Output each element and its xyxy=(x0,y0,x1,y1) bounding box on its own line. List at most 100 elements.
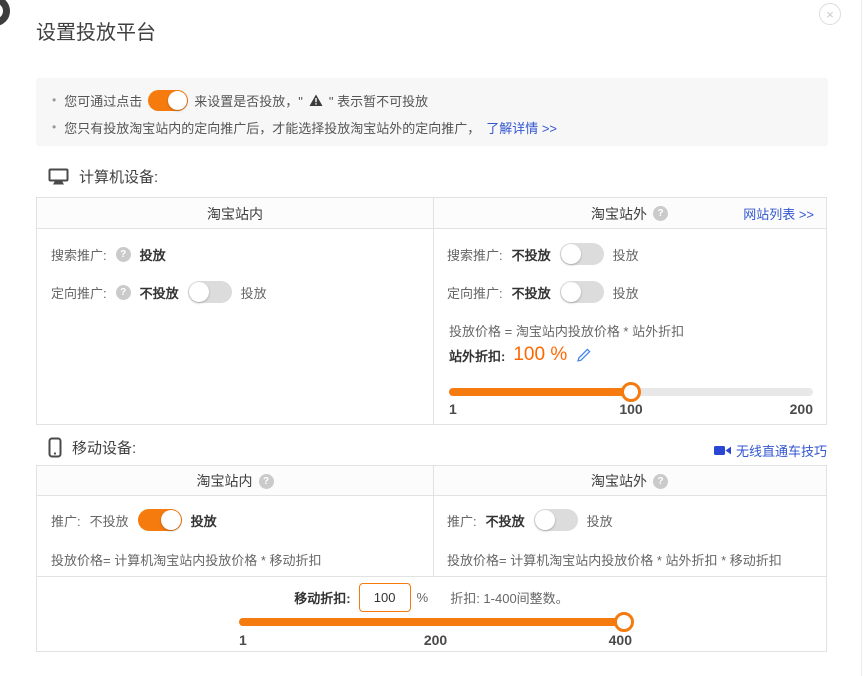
help-icon[interactable]: ? xyxy=(116,285,131,300)
state-label: 不投放 xyxy=(512,245,551,264)
scale-min: 1 xyxy=(449,401,570,417)
notice-text-before-toggle: 您可通过点击 xyxy=(64,91,142,110)
scale-max: 200 xyxy=(692,401,813,417)
mobile-offsite-promo-toggle[interactable] xyxy=(534,509,578,531)
page-title: 设置投放平台 xyxy=(36,16,156,45)
warning-icon xyxy=(309,94,323,107)
row-label: 推广: xyxy=(51,511,81,530)
row-label: 定向推广: xyxy=(447,283,503,302)
notice-box: • 您可通过点击 来设置是否投放，" " 表示暂不可投放 • 您只有投放淘宝站内… xyxy=(36,78,828,146)
dialog-right-border xyxy=(861,0,862,676)
learn-more-link[interactable]: 了解详情 >> xyxy=(486,118,557,137)
close-icon[interactable]: × xyxy=(819,3,841,25)
offsite-discount-row: 站外折扣: 100 % xyxy=(449,344,591,366)
example-toggle[interactable] xyxy=(148,90,188,111)
offsite-slider-scale: 1 100 200 xyxy=(449,401,813,417)
computer-offsite-search-toggle[interactable] xyxy=(560,243,604,265)
mobile-discount-slider[interactable] xyxy=(239,618,632,626)
tips-link-label: 无线直通车技巧 xyxy=(736,441,827,460)
slider-handle[interactable] xyxy=(621,382,641,402)
off-state-label: 不投放 xyxy=(90,511,129,530)
on-state-label: 投放 xyxy=(587,511,613,530)
mobile-discount-input[interactable] xyxy=(359,583,411,612)
slider-fill xyxy=(449,388,631,396)
mobile-onsite-promo-toggle[interactable] xyxy=(138,509,182,531)
notice-line-2: • 您只有投放淘宝站内的定向推广后，才能选择投放淘宝站外的定向推广， 了解详情 … xyxy=(52,116,812,138)
notice-line-1: • 您可通过点击 来设置是否投放，" " 表示暂不可投放 xyxy=(52,86,812,114)
on-state-label: 投放 xyxy=(191,511,217,530)
header-label: 淘宝站外 xyxy=(591,471,647,491)
set-delivery-platform-dialog: 设置投放平台 × • 您可通过点击 来设置是否投放，" " 表示暂不可投放 • … xyxy=(0,0,864,676)
row-label: 搜索推广: xyxy=(51,245,107,264)
computer-offsite-targeting-row: 定向推广: 不投放 投放 xyxy=(447,280,639,304)
mobile-onsite-formula: 投放价格= 计算机淘宝站内投放价格 * 移动折扣 xyxy=(51,550,322,569)
help-icon[interactable]: ? xyxy=(116,247,131,262)
discount-section-divider xyxy=(37,576,826,577)
computer-onsite-search-row: 搜索推广: ? 投放 xyxy=(51,242,166,266)
help-icon[interactable]: ? xyxy=(653,474,668,489)
offsite-discount-slider[interactable] xyxy=(449,388,813,396)
computer-onsite-header: 淘宝站内 xyxy=(37,198,433,229)
toggle-knob xyxy=(189,282,209,302)
video-icon xyxy=(714,444,731,457)
help-icon[interactable]: ? xyxy=(259,474,274,489)
mobile-offsite-header: 淘宝站外 ? xyxy=(433,466,826,496)
scale-min: 1 xyxy=(239,632,370,648)
row-label: 搜索推广: xyxy=(447,245,503,264)
mobile-onsite-header: 淘宝站内 ? xyxy=(37,466,433,496)
alt-state-label: 投放 xyxy=(613,245,639,264)
computer-table: 淘宝站内 淘宝站外 ? 网站列表 >> 搜索推广: ? 投放 定向推广: ? 不… xyxy=(36,197,827,425)
help-icon[interactable]: ? xyxy=(653,206,668,221)
row-label: 定向推广: xyxy=(51,283,107,302)
mobile-slider-scale: 1 200 400 xyxy=(239,632,632,648)
bullet-icon: • xyxy=(52,120,56,134)
mobile-offsite-promo-row: 推广: 不投放 投放 xyxy=(447,508,613,532)
alt-state-label: 投放 xyxy=(241,283,267,302)
toggle-knob xyxy=(561,244,581,264)
computer-section-title: 计算机设备: xyxy=(79,166,158,187)
off-state-label: 不投放 xyxy=(486,511,525,530)
computer-offsite-search-row: 搜索推广: 不投放 投放 xyxy=(447,242,639,266)
mobile-table: 淘宝站内 ? 淘宝站外 ? 推广: 不投放 投放 投放价格= 计算机淘宝站内投放… xyxy=(36,465,827,652)
toggle-knob xyxy=(168,91,187,110)
computer-section-header: 计算机设备: xyxy=(48,166,158,187)
notice-text-end: " 表示暂不可投放 xyxy=(329,91,428,110)
alt-state-label: 投放 xyxy=(613,283,639,302)
mobile-onsite-promo-row: 推广: 不投放 投放 xyxy=(51,508,217,532)
monitor-icon xyxy=(48,168,69,186)
state-label: 不投放 xyxy=(512,283,551,302)
notice-text-2: 您只有投放淘宝站内的定向推广后，才能选择投放淘宝站外的定向推广， xyxy=(64,118,480,137)
bullet-icon: • xyxy=(52,93,56,107)
header-label: 淘宝站内 xyxy=(197,471,253,491)
wireless-tips-link[interactable]: 无线直通车技巧 xyxy=(714,441,827,460)
slider-fill xyxy=(239,618,632,626)
state-label: 不投放 xyxy=(140,283,179,302)
toggle-knob xyxy=(161,510,181,530)
row-label: 推广: xyxy=(447,511,477,530)
mobile-discount-label: 移动折扣: xyxy=(294,588,350,607)
percent-unit: % xyxy=(417,590,429,605)
edit-pencil-icon[interactable] xyxy=(577,348,591,362)
scale-max: 400 xyxy=(501,632,632,648)
slider-handle[interactable] xyxy=(614,612,634,632)
column-divider xyxy=(433,198,434,424)
background-widget-fragment xyxy=(0,0,10,26)
mobile-section-title: 移动设备: xyxy=(72,437,136,458)
computer-onsite-targeting-row: 定向推广: ? 不投放 投放 xyxy=(51,280,267,304)
toggle-knob xyxy=(561,282,581,302)
phone-icon xyxy=(48,437,62,458)
computer-onsite-targeting-toggle[interactable] xyxy=(188,281,232,303)
mobile-section-header: 移动设备: xyxy=(48,437,136,458)
website-list-link[interactable]: 网站列表 >> xyxy=(743,198,814,229)
state-label: 投放 xyxy=(140,245,166,264)
scale-mid: 200 xyxy=(370,632,501,648)
notice-text-after-toggle: 来设置是否投放，" xyxy=(194,91,303,110)
computer-offsite-targeting-toggle[interactable] xyxy=(560,281,604,303)
scale-mid: 100 xyxy=(570,401,691,417)
discount-label: 站外折扣: xyxy=(449,346,505,365)
header-label: 淘宝站外 xyxy=(591,204,647,224)
mobile-discount-row: 移动折扣: % 折扣: 1-400间整数。 xyxy=(37,582,826,612)
discount-value: 100 % xyxy=(513,344,567,366)
offsite-price-formula: 投放价格 = 淘宝站内投放价格 * 站外折扣 xyxy=(449,321,684,340)
discount-hint: 折扣: 1-400间整数。 xyxy=(450,588,568,607)
